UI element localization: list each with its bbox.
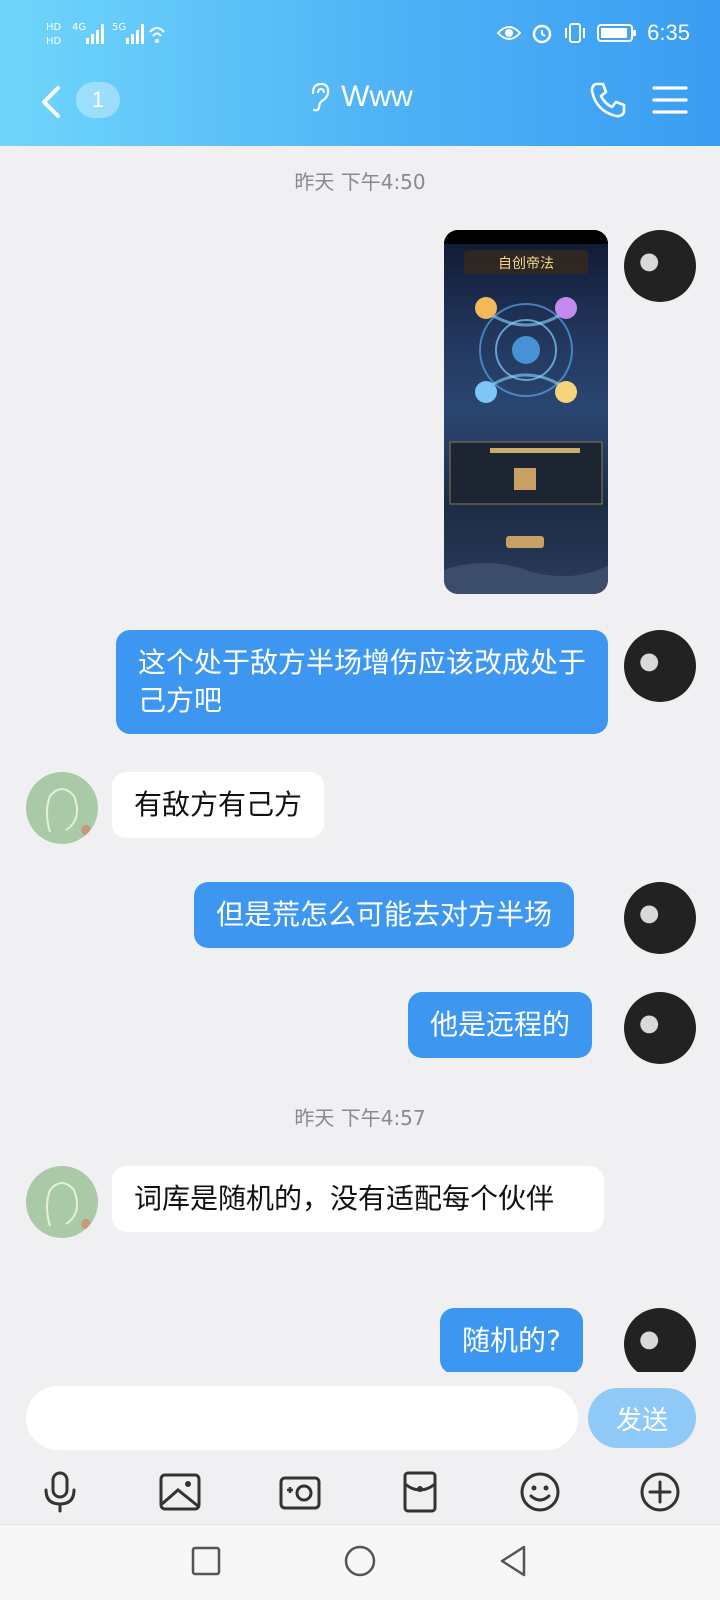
default-avatar-icon [46, 788, 91, 835]
thumbnail-title: 自创帝法 [498, 256, 554, 272]
emoji-icon[interactable] [518, 1470, 562, 1514]
eye-icon [497, 26, 522, 40]
contact-avatar[interactable] [26, 1166, 98, 1238]
signal-icon: HD HD 4G 5G [46, 22, 165, 47]
header-bar: HD HD 4G 5G 6:35 1 Www [0, 0, 720, 146]
send-button[interactable]: 发送 [588, 1388, 696, 1448]
my-message-bubble[interactable]: 随机的? [440, 1308, 583, 1374]
back-nav-icon[interactable] [496, 1543, 532, 1579]
chat-title: Www [341, 80, 413, 113]
vibrate-icon [565, 23, 586, 43]
my-avatar[interactable] [624, 230, 696, 302]
svg-text:HD: HD [46, 36, 62, 47]
battery-icon [597, 24, 637, 42]
status-bar: HD HD 4G 5G 6:35 [0, 0, 720, 70]
my-message-bubble[interactable]: 这个处于敌方半场增伤应该改成处于己方吧 [116, 630, 608, 734]
my-message-bubble[interactable]: 但是荒怎么可能去对方半场 [194, 882, 575, 948]
system-navigation-bar [0, 1524, 720, 1600]
my-avatar[interactable] [624, 630, 696, 702]
svg-text:4G: 4G [72, 22, 86, 33]
menu-button[interactable] [652, 84, 688, 116]
game-screenshot-thumbnail: 自创帝法 [444, 230, 608, 594]
my-message-bubble[interactable]: 他是远程的 [408, 992, 593, 1058]
message-timestamp: 昨天 下午4:57 [294, 1106, 426, 1130]
my-avatar[interactable] [624, 882, 696, 954]
ear-icon [312, 82, 330, 112]
svg-text:5G: 5G [112, 22, 126, 33]
my-avatar[interactable] [624, 1308, 696, 1380]
contact-message-bubble[interactable]: 有敌方有己方 [112, 772, 325, 838]
microphone-icon[interactable] [38, 1470, 82, 1514]
composer: 发送 [0, 1372, 720, 1524]
signal-indicators: HD HD 4G 5G [46, 18, 166, 50]
system-indicators: 6:35 [497, 20, 690, 46]
plus-icon[interactable] [638, 1470, 682, 1514]
phone-call-button[interactable] [588, 80, 626, 120]
camera-icon[interactable] [278, 1470, 322, 1514]
contact-message-bubble[interactable]: 词库是随机的，没有适配每个伙伴 [112, 1166, 604, 1232]
contact-avatar[interactable] [26, 772, 98, 844]
message-timestamp: 昨天 下午4:50 [294, 170, 426, 194]
message-input[interactable] [26, 1386, 578, 1450]
my-avatar[interactable] [624, 992, 696, 1064]
recent-apps-icon[interactable] [188, 1543, 224, 1579]
clock: 6:35 [647, 20, 690, 45]
chat-navbar: 1 Www [0, 72, 720, 146]
default-avatar-icon [46, 1182, 91, 1229]
red-packet-icon[interactable] [398, 1470, 442, 1514]
image-message[interactable]: 自创帝法 [444, 230, 608, 594]
home-icon[interactable] [342, 1543, 378, 1579]
picture-icon[interactable] [158, 1470, 202, 1514]
svg-text:HD: HD [46, 22, 62, 33]
alarm-icon [532, 24, 552, 44]
